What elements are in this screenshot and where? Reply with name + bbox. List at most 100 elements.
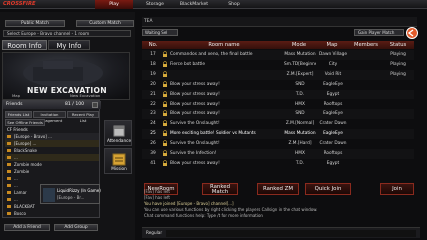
friend-row[interactable]: Bosco bbox=[5, 210, 99, 217]
room-status-cell bbox=[382, 109, 414, 119]
status-dot-icon bbox=[7, 170, 11, 173]
room-map-cell: Egypt bbox=[326, 160, 340, 166]
nav-play[interactable]: Play bbox=[95, 0, 133, 9]
public-match-button[interactable]: Public Match bbox=[5, 20, 65, 27]
game-logo: CROSSFIRE bbox=[3, 1, 43, 8]
col-room-name[interactable]: Room name bbox=[164, 41, 284, 49]
room-status-cell bbox=[382, 139, 414, 149]
attendance-button[interactable]: Attendance bbox=[104, 120, 132, 146]
tab-room-info[interactable]: Room Info bbox=[2, 40, 47, 50]
room-row[interactable]: 21 Blow your stress away! T.D. Egypt bbox=[142, 90, 414, 100]
group-cf-friends[interactable]: CF Friends bbox=[7, 128, 28, 132]
chat-log: [Fav] has left [Fav] has left You have j… bbox=[142, 188, 417, 228]
friend-row[interactable]: ... bbox=[5, 175, 99, 182]
friend-row[interactable]: [Europe] ... bbox=[5, 140, 99, 147]
room-mode-cell: Z.M.[Normal] bbox=[285, 121, 315, 127]
room-status-cell bbox=[382, 119, 414, 129]
room-row[interactable]: 18 Fierce bot battle Sm.TD[Beginner] City Pl… bbox=[142, 60, 414, 70]
room-no-cell: 18 bbox=[150, 61, 156, 67]
friend-row[interactable]: BlackSnake bbox=[5, 147, 99, 154]
room-status-cell bbox=[382, 159, 414, 169]
room-map-cell: Egypt bbox=[326, 91, 340, 97]
map-banner: NEW EXCAVATION bbox=[2, 52, 130, 100]
room-row[interactable]: 19 Z.M.[Expert] Void Rit Playing bbox=[142, 70, 414, 80]
chat-line: [Fav] has left bbox=[144, 195, 170, 200]
chat-mode-select[interactable]: Regular bbox=[146, 230, 162, 235]
room-members-cell bbox=[350, 149, 382, 159]
custom-match-button[interactable]: Custom Match bbox=[76, 20, 134, 27]
room-row[interactable]: 23 Blow your stress away! SND EagleEye bbox=[142, 109, 414, 119]
room-row[interactable]: 26 Survive the Onslaught! Z.M.[Hard] Crater… bbox=[142, 139, 414, 149]
nav-shop[interactable]: Shop bbox=[215, 0, 253, 9]
col-no[interactable]: No. bbox=[142, 41, 164, 49]
room-mode-cell: Sm.TD[Beginner] bbox=[284, 61, 316, 67]
room-mode-cell: T.D. bbox=[295, 160, 305, 166]
col-members[interactable]: Members bbox=[350, 41, 382, 49]
friends-count: 81 / 100 bbox=[65, 102, 85, 107]
friend-row[interactable]: ... bbox=[5, 154, 99, 161]
room-no-cell: 21 bbox=[150, 91, 156, 97]
room-name-cell: Blow your stress away! bbox=[170, 81, 220, 87]
friend-row[interactable]: [Europe - Bravo] ... bbox=[5, 133, 99, 140]
channel-label: Select Europe - Bravo channel - 1 room bbox=[7, 31, 90, 36]
room-row[interactable]: 41 Blow your stress away! T.D. Egypt bbox=[142, 159, 414, 169]
add-group-button[interactable]: Add Group bbox=[54, 224, 98, 231]
room-row[interactable]: 17 Commandos and xeno, the final battle Ma… bbox=[142, 50, 414, 60]
room-mode-cell: SND bbox=[295, 81, 305, 87]
tab-friends-list[interactable]: Friends List bbox=[5, 111, 32, 118]
room-status-cell bbox=[382, 90, 414, 100]
tab-recent-play-list[interactable]: Recent Play List bbox=[67, 111, 99, 123]
room-status-cell bbox=[382, 80, 414, 90]
tab-invitation-management[interactable]: Invitation management bbox=[33, 111, 66, 123]
chat-input[interactable] bbox=[166, 230, 416, 237]
room-status-cell bbox=[382, 129, 414, 139]
tab-my-info[interactable]: My Info bbox=[48, 40, 90, 50]
room-name-cell: Blow your stress away! bbox=[170, 101, 220, 107]
room-row[interactable]: 20 Blow your stress away! SND EagleEye bbox=[142, 80, 414, 90]
room-map-cell: Rooftops bbox=[323, 101, 343, 107]
col-mode[interactable]: Mode bbox=[284, 41, 314, 49]
room-members-cell bbox=[350, 129, 382, 139]
room-row[interactable]: 25 More exciting battle! Soldier vs Mutan… bbox=[142, 129, 414, 139]
mission-button[interactable]: Mission bbox=[104, 148, 132, 174]
room-filter-label: Waiting Sel bbox=[145, 30, 168, 35]
status-dot-icon bbox=[7, 191, 11, 194]
col-status[interactable]: Status bbox=[382, 41, 414, 49]
gain-player-match-toggle[interactable]: Gain Player Match bbox=[354, 29, 404, 36]
back-arrow-icon[interactable] bbox=[406, 27, 418, 39]
room-mode-cell: Mass Mutation M bbox=[284, 131, 316, 137]
friends-close-icon[interactable] bbox=[92, 102, 98, 108]
room-name-cell bbox=[170, 70, 282, 80]
status-dot-icon bbox=[7, 184, 11, 187]
nav-storage[interactable]: Storage bbox=[136, 0, 174, 9]
room-map-cell: EagleEye bbox=[323, 111, 343, 117]
friend-row[interactable]: BLACKBAT bbox=[5, 203, 99, 210]
room-row[interactable]: 22 Blow your stress away! HMX Rooftops bbox=[142, 100, 414, 110]
friend-tooltip: LiquidRizzy (In Game) [Europe - Br... bbox=[40, 184, 101, 204]
room-map-cell: Dawn Village bbox=[319, 52, 347, 57]
room-tag: TEA bbox=[144, 19, 153, 24]
room-name-cell: Survive the Onslaught! bbox=[170, 121, 220, 127]
room-row[interactable]: 24 Survive the Onslaught! Z.M.[Normal] Crat… bbox=[142, 119, 414, 129]
banner-map-name: New Excavation bbox=[70, 93, 101, 98]
room-members-cell bbox=[350, 90, 382, 100]
channel-select[interactable]: Select Europe - Bravo channel - 1 room bbox=[3, 30, 131, 37]
status-dot-icon bbox=[7, 156, 11, 159]
room-filter-dropdown[interactable]: Waiting Sel bbox=[142, 29, 178, 36]
friend-row[interactable]: Zombie bbox=[5, 168, 99, 175]
status-dot-icon bbox=[7, 177, 11, 180]
mission-label: Mission bbox=[111, 166, 127, 171]
room-status-cell bbox=[382, 100, 414, 110]
chat-input-bar[interactable]: Regular bbox=[142, 227, 420, 238]
friend-row[interactable]: Zombie mode bbox=[5, 161, 99, 168]
room-row[interactable]: 39 Survive the Infection! HMX Rooftops bbox=[142, 149, 414, 159]
room-name-cell: Fierce bot battle bbox=[170, 61, 206, 67]
nav-blackmarket[interactable]: BlackMarket bbox=[175, 0, 213, 9]
status-dot-icon bbox=[7, 198, 11, 201]
room-no-cell: 22 bbox=[150, 101, 156, 107]
room-status-cell: Playing bbox=[390, 71, 406, 77]
add-friend-button[interactable]: Add a Friend bbox=[4, 224, 50, 231]
see-offline-friends-toggle[interactable]: See Offline Friends bbox=[5, 119, 45, 126]
room-no-cell: 19 bbox=[150, 71, 156, 77]
col-map[interactable]: Map bbox=[314, 41, 350, 49]
